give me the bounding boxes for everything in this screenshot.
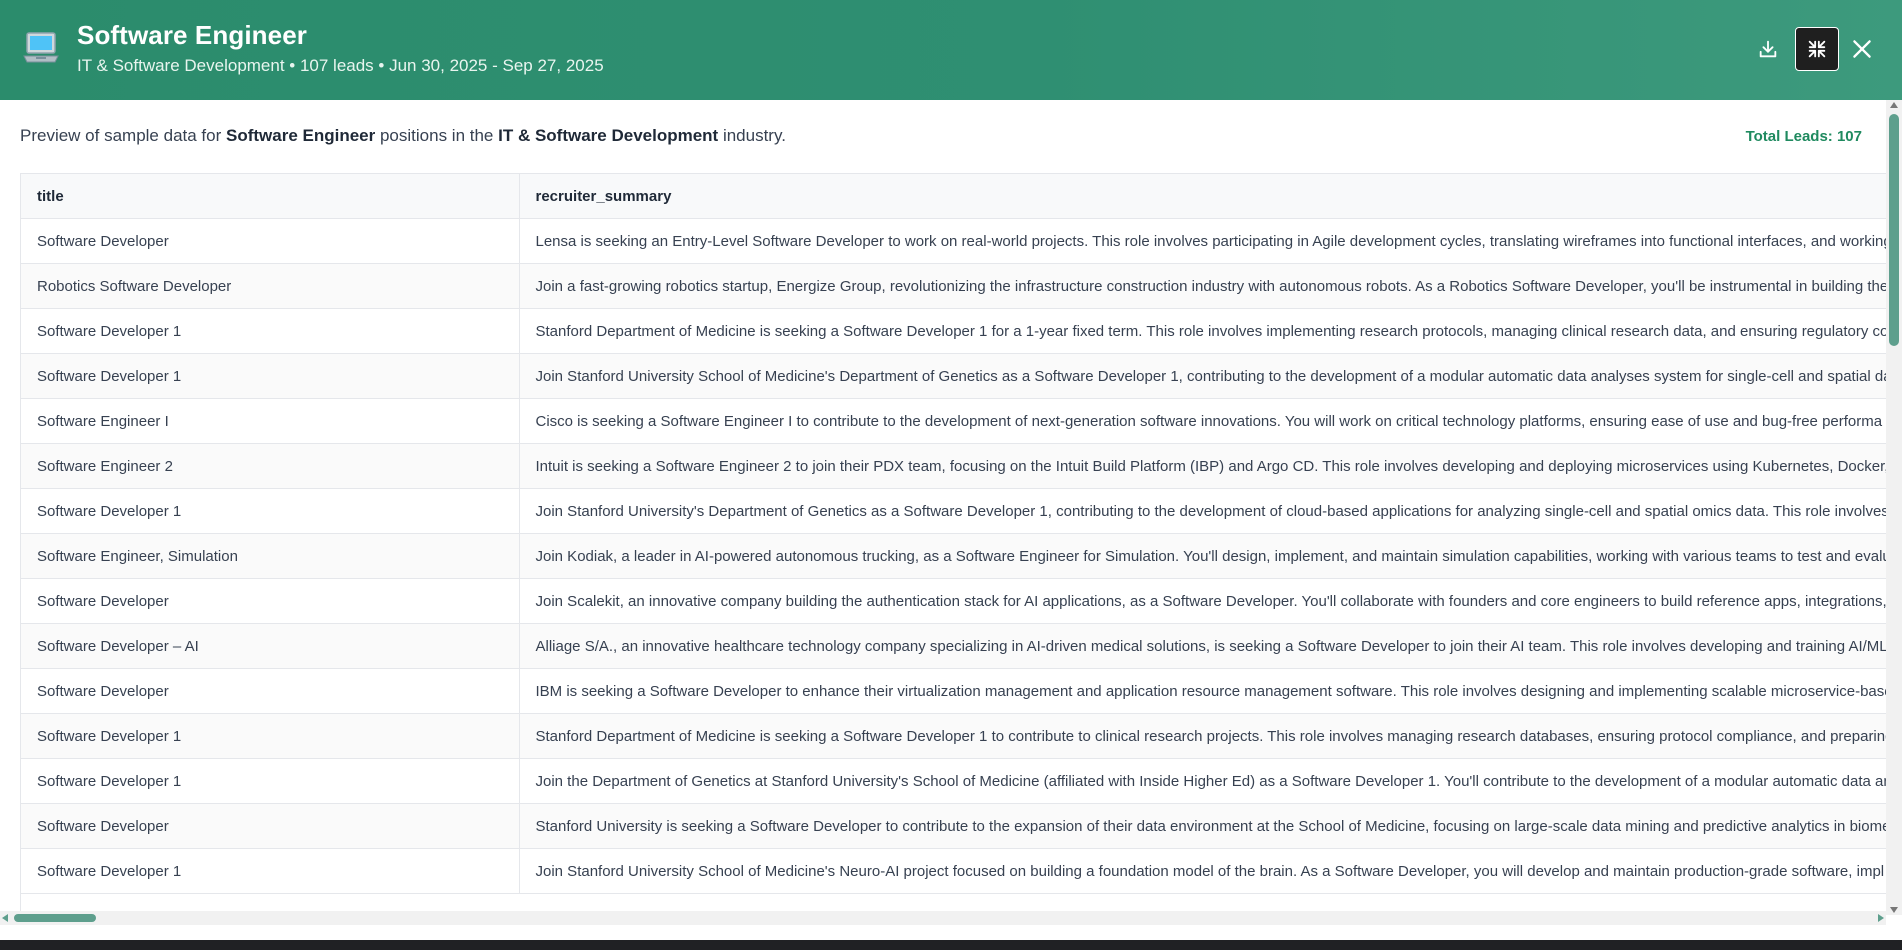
table-row: Software Developer 1 Join the Department … xyxy=(21,758,1887,804)
scroll-down-arrow-icon[interactable] xyxy=(1890,907,1898,913)
horizontal-scrollbar[interactable] xyxy=(0,911,1886,925)
table-header-row: title recruiter_summary xyxy=(21,174,1887,219)
column-header-title: title xyxy=(21,174,520,219)
intro-prefix: Preview of sample data for xyxy=(20,126,226,145)
cell-title: Software Developer xyxy=(21,218,520,264)
cell-summary: Join the Department of Genetics at Stanf… xyxy=(519,758,1887,804)
cell-summary: Join Scalekit, an innovative company bui… xyxy=(519,578,1887,624)
data-table: title recruiter_summary Software Develop… xyxy=(21,174,1887,894)
table-row: Software Developer Lensa is seeking an En… xyxy=(21,218,1887,264)
cell-title: Software Developer 1 xyxy=(21,308,520,354)
intro-industry: IT & Software Development xyxy=(498,126,719,145)
vertical-scrollbar[interactable] xyxy=(1886,100,1902,915)
download-button[interactable] xyxy=(1746,27,1790,71)
taskbar-strip xyxy=(0,940,1902,950)
table-row: Software Developer IBM is seeking a Softw… xyxy=(21,668,1887,714)
cell-summary: Stanford Department of Medicine is seeki… xyxy=(519,308,1887,354)
cell-title: Software Developer xyxy=(21,803,520,849)
cell-title: Software Developer 1 xyxy=(21,758,520,804)
table-row: Software Developer Join Scalekit, an inno… xyxy=(21,578,1887,624)
intro-middle: positions in the xyxy=(375,126,499,145)
cell-title: Software Developer 1 xyxy=(21,488,520,534)
table-row: Software Engineer, Simulation Join Kodiak… xyxy=(21,533,1887,579)
collapse-button[interactable] xyxy=(1795,27,1839,71)
table-row: Software Developer 1 Join Stanford Univer… xyxy=(21,848,1887,894)
cell-summary: Stanford University is seeking a Softwar… xyxy=(519,803,1887,849)
data-table-container[interactable]: title recruiter_summary Software Develop… xyxy=(20,173,1887,916)
cell-title: Software Developer – AI xyxy=(21,623,520,669)
cell-title: Software Developer 1 xyxy=(21,713,520,759)
table-row: Software Developer – AI Alliage S/A., an … xyxy=(21,623,1887,669)
vertical-scroll-thumb[interactable] xyxy=(1889,114,1899,346)
scroll-up-arrow-icon[interactable] xyxy=(1890,102,1898,108)
table-row: Robotics Software Developer Join a fast-g… xyxy=(21,263,1887,309)
download-icon xyxy=(1759,40,1777,58)
table-row: Software Engineer I Cisco is seeking a So… xyxy=(21,398,1887,444)
modal-title: Software Engineer xyxy=(77,20,307,50)
cell-title: Robotics Software Developer xyxy=(21,263,520,309)
cell-summary: Cisco is seeking a Software Engineer I t… xyxy=(519,398,1887,444)
cell-summary: IBM is seeking a Software Developer to e… xyxy=(519,668,1887,714)
laptop-icon xyxy=(23,32,59,63)
modal-subtitle: IT & Software Development • 107 leads • … xyxy=(77,56,604,75)
close-button[interactable] xyxy=(1840,27,1884,71)
cell-summary: Stanford Department of Medicine is seeki… xyxy=(519,713,1887,759)
cell-summary: Join Kodiak, a leader in AI-powered auto… xyxy=(519,533,1887,579)
cell-summary: Alliage S/A., an innovative healthcare t… xyxy=(519,623,1887,669)
cell-title: Software Developer 1 xyxy=(21,353,520,399)
modal-header: Software Engineer IT & Software Developm… xyxy=(0,0,1902,100)
cell-title: Software Engineer, Simulation xyxy=(21,533,520,579)
cell-title: Software Developer 1 xyxy=(21,848,520,894)
preview-description: Preview of sample data for Software Engi… xyxy=(20,126,786,146)
cell-summary: Join Stanford University School of Medic… xyxy=(519,848,1887,894)
intro-suffix: industry. xyxy=(718,126,786,145)
table-row: Software Developer 1 Join Stanford Univer… xyxy=(21,353,1887,399)
scroll-right-arrow-icon[interactable] xyxy=(1878,914,1884,922)
close-icon xyxy=(1853,40,1871,58)
cell-summary: Join Stanford University School of Medic… xyxy=(519,353,1887,399)
cell-title: Software Engineer 2 xyxy=(21,443,520,489)
cell-title: Software Developer xyxy=(21,578,520,624)
table-row: Software Developer 1 Stanford Department … xyxy=(21,308,1887,354)
table-row: Software Developer 1 Stanford Department … xyxy=(21,713,1887,759)
cell-summary: Join Stanford University's Department of… xyxy=(519,488,1887,534)
collapse-icon xyxy=(1808,40,1826,58)
cell-title: Software Developer xyxy=(21,668,520,714)
cell-summary: Lensa is seeking an Entry-Level Software… xyxy=(519,218,1887,264)
intro-job: Software Engineer xyxy=(225,126,376,145)
cell-title: Software Engineer I xyxy=(21,398,520,444)
table-row: Software Developer Stanford University is… xyxy=(21,803,1887,849)
cell-summary: Join a fast-growing robotics startup, En… xyxy=(519,263,1887,309)
total-leads: Total Leads: 107 xyxy=(1745,128,1862,145)
cell-summary: Intuit is seeking a Software Engineer 2 … xyxy=(519,443,1887,489)
horizontal-scroll-thumb[interactable] xyxy=(14,914,96,922)
table-row: Software Developer 1 Join Stanford Univer… xyxy=(21,488,1887,534)
scroll-left-arrow-icon[interactable] xyxy=(2,914,8,922)
column-header-recruiter-summary: recruiter_summary xyxy=(519,174,1887,219)
table-row: Software Engineer 2 Intuit is seeking a S… xyxy=(21,443,1887,489)
